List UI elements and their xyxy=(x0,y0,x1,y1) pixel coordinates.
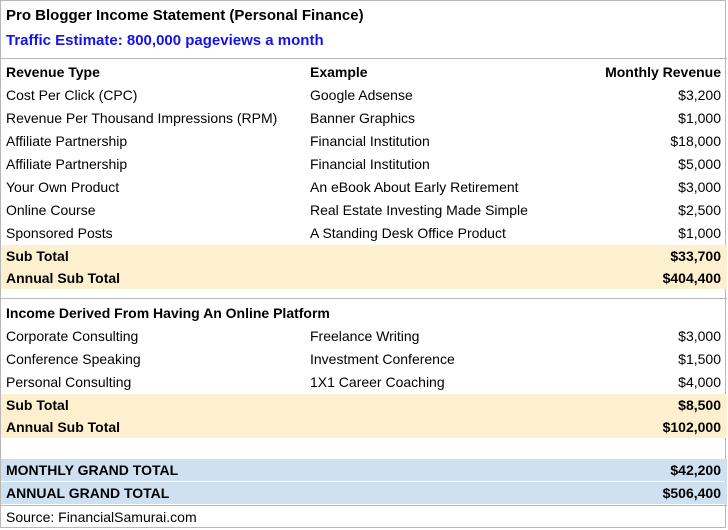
revenue-type-cell: Cost Per Click (CPC) xyxy=(6,87,138,103)
traffic-estimate: Traffic Estimate: 800,000 pageviews a mo… xyxy=(6,32,324,49)
revenue-type-cell: Your Own Product xyxy=(6,179,120,195)
income-statement-table: Pro Blogger Income Statement (Personal F… xyxy=(0,0,727,528)
revenue-type-cell: Revenue Per Thousand Impressions (RPM) xyxy=(6,110,278,126)
divider xyxy=(1,505,727,506)
amount-cell: $18,000 xyxy=(670,133,721,149)
revenue-type-cell: Conference Speaking xyxy=(6,351,141,367)
example-cell: Google Adsense xyxy=(310,87,413,103)
subtotal-amount: $8,500 xyxy=(678,397,721,413)
amount-cell: $1,000 xyxy=(678,225,721,241)
subtotal-label: Sub Total xyxy=(6,248,69,264)
amount-cell: $2,500 xyxy=(678,202,721,218)
platform-subtotal-row: Sub Total $8,500 xyxy=(1,394,727,416)
example-cell: Financial Institution xyxy=(310,133,430,149)
table-row: Affiliate Partnership Financial Institut… xyxy=(1,130,727,152)
table-row: Personal Consulting 1X1 Career Coaching … xyxy=(1,371,727,393)
revenue-subtotal-row: Sub Total $33,700 xyxy=(1,245,727,267)
platform-section-header: Income Derived From Having An Online Pla… xyxy=(1,302,727,324)
amount-cell: $3,200 xyxy=(678,87,721,103)
table-row: Affiliate Partnership Financial Institut… xyxy=(1,153,727,175)
source-note: Source: FinancialSamurai.com xyxy=(6,509,197,525)
revenue-type-cell: Corporate Consulting xyxy=(6,328,139,344)
table-row: Revenue Per Thousand Impressions (RPM) B… xyxy=(1,107,727,129)
amount-cell: $3,000 xyxy=(678,179,721,195)
divider xyxy=(1,58,727,59)
annual-grand-total-label: ANNUAL GRAND TOTAL xyxy=(6,485,170,501)
platform-annual-subtotal-row: Annual Sub Total $102,000 xyxy=(1,416,727,438)
example-cell: 1X1 Career Coaching xyxy=(310,374,445,390)
header-revenue-type: Revenue Type xyxy=(6,64,100,80)
column-header-row: Revenue Type Example Monthly Revenue xyxy=(1,61,727,83)
table-row: Cost Per Click (CPC) Google Adsense $3,2… xyxy=(1,84,727,106)
example-cell: A Standing Desk Office Product xyxy=(310,225,506,241)
divider xyxy=(1,298,727,299)
example-cell: An eBook About Early Retirement xyxy=(310,179,519,195)
example-cell: Financial Institution xyxy=(310,156,430,172)
annual-subtotal-label: Annual Sub Total xyxy=(6,419,121,435)
revenue-type-cell: Online Course xyxy=(6,202,96,218)
header-example: Example xyxy=(310,64,368,80)
amount-cell: $5,000 xyxy=(678,156,721,172)
revenue-annual-subtotal-row: Annual Sub Total $404,400 xyxy=(1,267,727,289)
monthly-grand-total-label: MONTHLY GRAND TOTAL xyxy=(6,462,179,478)
revenue-type-cell: Affiliate Partnership xyxy=(6,156,128,172)
table-row: Sponsored Posts A Standing Desk Office P… xyxy=(1,222,727,244)
subtotal-label: Sub Total xyxy=(6,397,69,413)
table-row: Corporate Consulting Freelance Writing $… xyxy=(1,325,727,347)
amount-cell: $4,000 xyxy=(678,374,721,390)
annual-subtotal-amount: $404,400 xyxy=(662,270,721,286)
amount-cell: $1,000 xyxy=(678,110,721,126)
amount-cell: $1,500 xyxy=(678,351,721,367)
statement-title: Pro Blogger Income Statement (Personal F… xyxy=(6,7,364,24)
example-cell: Real Estate Investing Made Simple xyxy=(310,202,528,218)
revenue-type-cell: Affiliate Partnership xyxy=(6,133,128,149)
header-monthly-revenue: Monthly Revenue xyxy=(605,64,721,80)
monthly-grand-total-row: MONTHLY GRAND TOTAL $42,200 xyxy=(1,459,727,481)
revenue-type-cell: Sponsored Posts xyxy=(6,225,113,241)
monthly-grand-total-amount: $42,200 xyxy=(670,462,721,478)
amount-cell: $3,000 xyxy=(678,328,721,344)
platform-header-label: Income Derived From Having An Online Pla… xyxy=(6,305,330,321)
example-cell: Freelance Writing xyxy=(310,328,420,344)
annual-subtotal-amount: $102,000 xyxy=(662,419,721,435)
example-cell: Banner Graphics xyxy=(310,110,416,126)
annual-grand-total-row: ANNUAL GRAND TOTAL $506,400 xyxy=(1,482,727,504)
table-row: Conference Speaking Investment Conferenc… xyxy=(1,348,727,370)
revenue-type-cell: Personal Consulting xyxy=(6,374,132,390)
annual-grand-total-amount: $506,400 xyxy=(662,485,721,501)
table-row: Online Course Real Estate Investing Made… xyxy=(1,199,727,221)
example-cell: Investment Conference xyxy=(310,351,455,367)
subtotal-amount: $33,700 xyxy=(670,248,721,264)
table-row: Your Own Product An eBook About Early Re… xyxy=(1,176,727,198)
annual-subtotal-label: Annual Sub Total xyxy=(6,270,121,286)
